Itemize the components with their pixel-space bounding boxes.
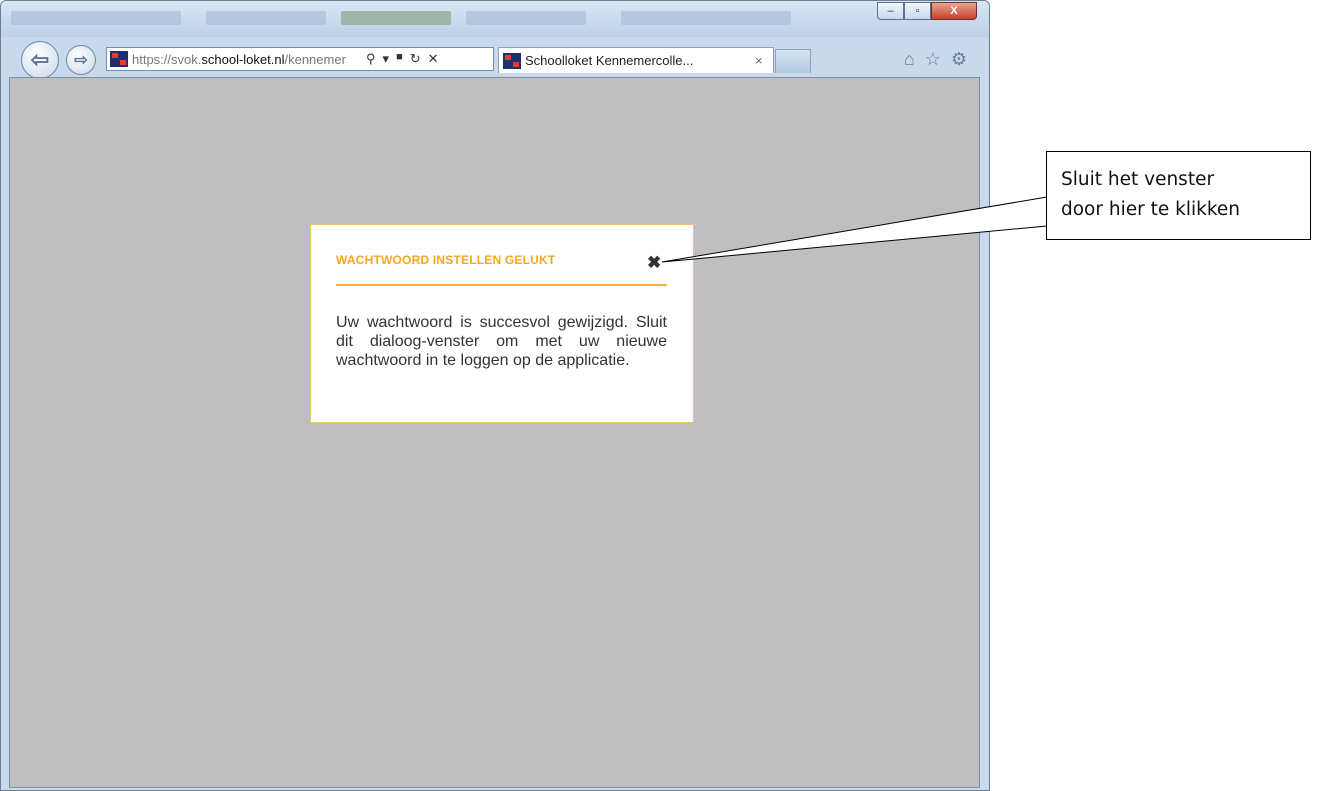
address-bar[interactable]: https://svok.school-loket.nl/kennemer ⚲ … [106, 47, 494, 71]
window-close-button[interactable]: X [931, 2, 977, 20]
forward-button[interactable]: ⇨ [66, 45, 96, 75]
settings-gear-icon[interactable]: ⚙ [951, 49, 967, 70]
stop-icon[interactable]: ✕ [428, 51, 439, 67]
forward-arrow-icon: ⇨ [74, 52, 88, 69]
new-tab-button[interactable] [775, 49, 811, 73]
back-arrow-icon: ⇦ [30, 47, 50, 72]
home-icon[interactable]: ⌂ [904, 49, 915, 70]
site-favicon-icon [110, 51, 128, 67]
dropdown-icon[interactable]: ▾ [383, 51, 390, 67]
instruction-callout: Sluit het venster door hier te klikken [1046, 151, 1311, 240]
background-toolbar [11, 11, 181, 25]
background-toolbar [341, 11, 451, 25]
browser-tools: ⌂ ☆ ⚙ [904, 49, 967, 70]
background-toolbar [621, 11, 791, 25]
tab-favicon-icon [503, 52, 521, 69]
dialog-close-icon[interactable]: ✖ [647, 253, 661, 273]
dialog-message: Uw wachtwoord is succesvol gewijzigd. Sl… [336, 314, 667, 369]
tab-title: Schoolloket Kennemercolle... [525, 53, 694, 68]
callout-line-1: Sluit het venster [1061, 169, 1215, 190]
background-toolbar [466, 11, 586, 25]
tab-schoolloket[interactable]: Schoolloket Kennemercolle... × [498, 47, 774, 73]
password-success-dialog: WACHTWOORD INSTELLEN GELUKT ✖ Uw wachtwo… [310, 224, 694, 423]
minimize-button[interactable]: – [877, 2, 904, 20]
dialog-divider [336, 284, 667, 286]
favorites-star-icon[interactable]: ☆ [925, 49, 941, 70]
refresh-icon[interactable]: ↻ [410, 51, 421, 67]
maximize-button[interactable]: ▫ [904, 2, 931, 20]
dialog-title: WACHTWOORD INSTELLEN GELUKT [336, 253, 556, 267]
back-button[interactable]: ⇦ [21, 41, 59, 79]
title-bar: – ▫ X [1, 1, 989, 37]
search-icon[interactable]: ⚲ [366, 51, 376, 67]
url-text[interactable]: https://svok.school-loket.nl/kennemer [132, 52, 360, 67]
background-toolbar [206, 11, 326, 25]
lock-icon[interactable]: ■ [396, 51, 403, 67]
tab-close-icon[interactable]: × [755, 53, 773, 68]
page-content-overlay [9, 77, 980, 788]
callout-line-2: door hier te klikken [1061, 199, 1240, 220]
window-controls: – ▫ X [877, 2, 977, 20]
navigation-bar: ⇦ ⇨ https://svok.school-loket.nl/kenneme… [1, 37, 989, 79]
